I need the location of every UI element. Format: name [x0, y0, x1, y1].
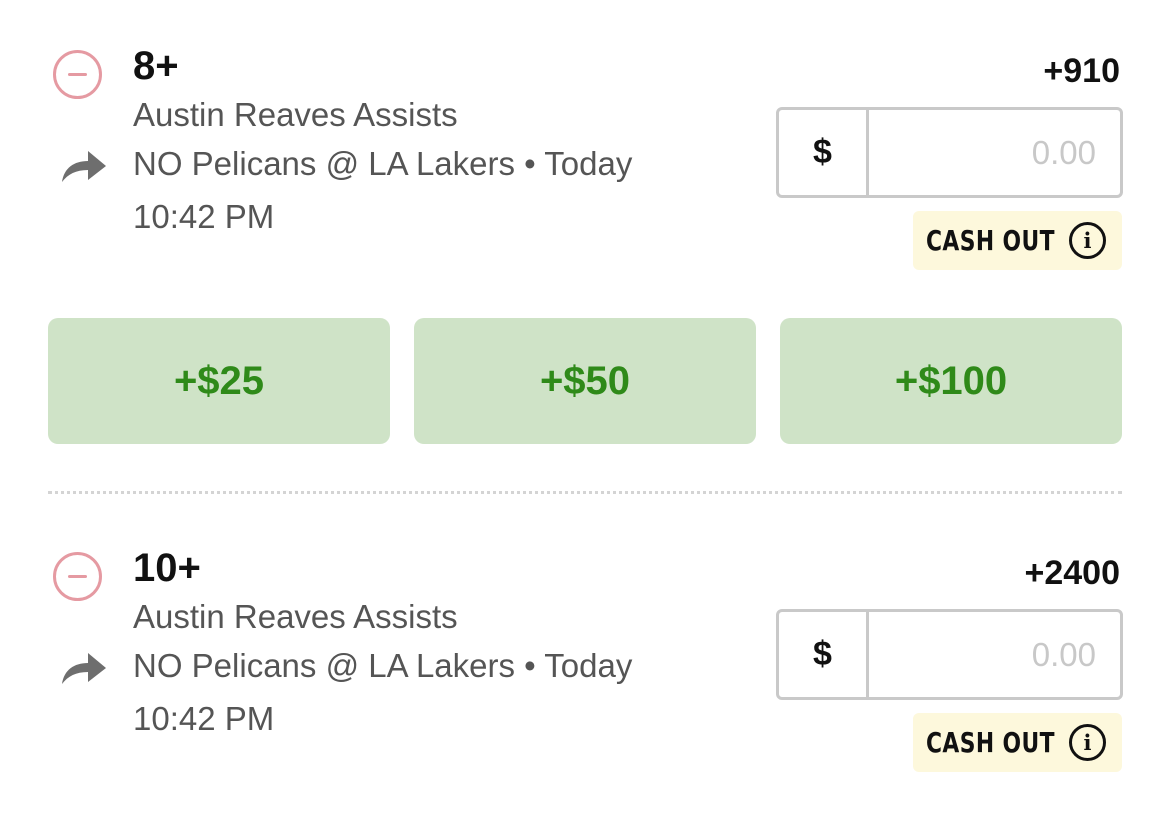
quick-stake-50-button[interactable]: +$50 [414, 318, 756, 444]
quick-stake-row: +$25 +$50 +$100 [48, 318, 1122, 444]
info-icon[interactable]: i [1069, 724, 1106, 761]
bet-market: Austin Reaves Assists [133, 598, 458, 635]
currency-symbol: $ [779, 110, 869, 195]
remove-bet-icon[interactable] [53, 50, 102, 99]
stake-field[interactable]: $ [776, 107, 1123, 198]
divider [48, 491, 1122, 494]
cash-out-badge[interactable]: CASH OUT i [913, 211, 1122, 270]
bet-time: 10:42 PM [133, 700, 275, 737]
stake-field[interactable]: $ [776, 609, 1123, 700]
bet-line: 10+ [133, 546, 201, 590]
bet-line: 8+ [133, 44, 179, 88]
bet-odds: +910 [1043, 52, 1120, 90]
currency-symbol: $ [779, 612, 869, 697]
cash-out-badge[interactable]: CASH OUT i [913, 713, 1122, 772]
remove-bet-icon[interactable] [53, 552, 102, 601]
bet-game: NO Pelicans @ LA Lakers • Today [133, 145, 633, 182]
bet-odds: +2400 [1024, 554, 1121, 592]
bet-time: 10:42 PM [133, 198, 275, 235]
info-icon[interactable]: i [1069, 222, 1106, 259]
bet-slip-item: 8+ Austin Reaves Assists NO Pelicans @ L… [0, 0, 1170, 270]
cash-out-label: CASH OUT [926, 726, 1055, 759]
quick-stake-100-button[interactable]: +$100 [780, 318, 1122, 444]
quick-stake-25-button[interactable]: +$25 [48, 318, 390, 444]
bet-slip-item: 10+ Austin Reaves Assists NO Pelicans @ … [0, 502, 1170, 772]
bet-game: NO Pelicans @ LA Lakers • Today [133, 647, 633, 684]
stake-input[interactable] [872, 612, 1120, 697]
bet-market: Austin Reaves Assists [133, 96, 458, 133]
cash-out-label: CASH OUT [926, 224, 1055, 257]
share-arrow-icon[interactable] [60, 650, 108, 686]
stake-input[interactable] [872, 110, 1120, 195]
share-arrow-icon[interactable] [60, 148, 108, 184]
